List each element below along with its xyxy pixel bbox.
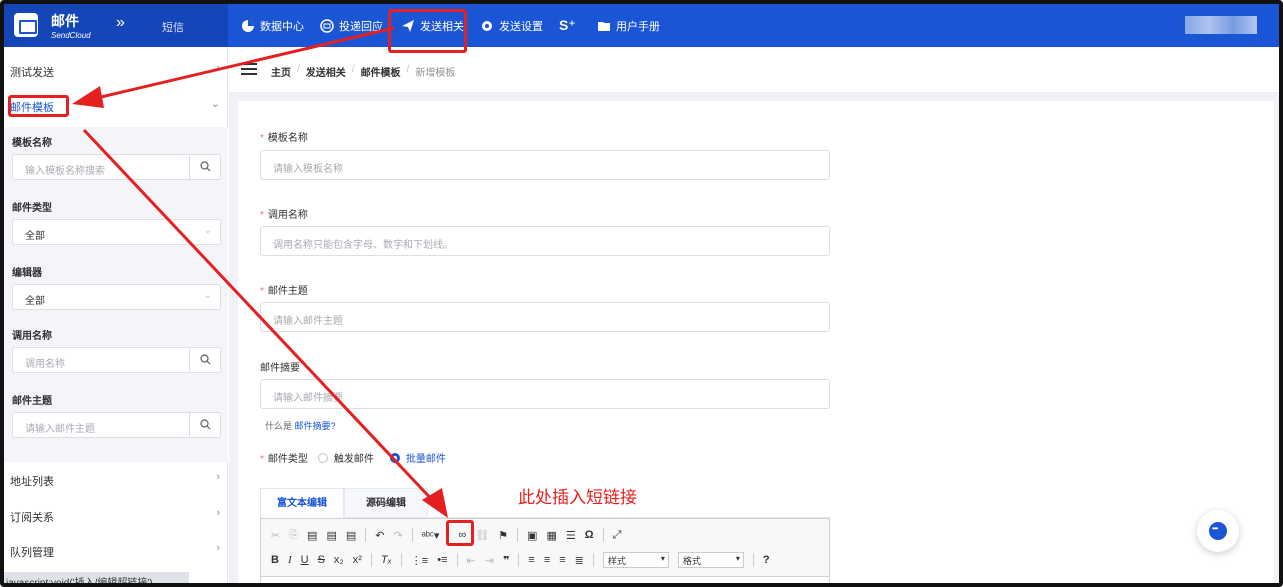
- chat-support-button[interactable]: [1197, 510, 1239, 552]
- app-window: 邮件 SendCloud » 短信 数据中心 投递回应 发送相关 发送设置 S⁺…: [0, 0, 1283, 587]
- chat-bubble-icon: [1209, 522, 1227, 540]
- annotation-arrows: [72, 26, 448, 518]
